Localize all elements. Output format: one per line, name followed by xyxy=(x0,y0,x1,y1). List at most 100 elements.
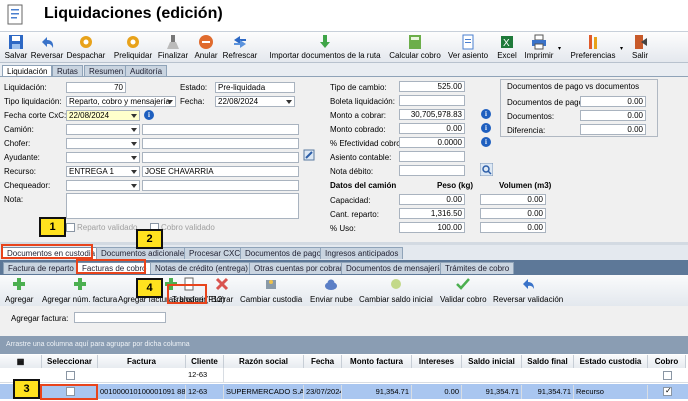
change-custody-button[interactable]: Cambiar custodia xyxy=(240,275,302,306)
accounting-entry-label: Asiento contable: xyxy=(330,153,392,162)
column-custody-status[interactable]: Estado custodia xyxy=(574,355,648,368)
column-select[interactable]: Seleccionar xyxy=(42,355,98,368)
capacity-weight-field: 0.00 xyxy=(399,194,465,205)
preferences-dropdown-icon[interactable]: ▾ xyxy=(620,45,623,52)
checker-select[interactable] xyxy=(66,180,140,191)
amount-collected-label: Monto cobrado: xyxy=(330,125,386,134)
liquidation-number-field[interactable]: 70 xyxy=(66,82,126,93)
preferences-button[interactable]: Preferencias xyxy=(566,32,620,63)
reverse-validation-button[interactable]: Reversar validación xyxy=(493,275,563,306)
excel-button[interactable]: X Excel xyxy=(494,32,520,63)
exit-button[interactable]: Salir xyxy=(628,32,652,63)
date-field[interactable]: 22/08/2024 xyxy=(215,96,295,107)
truck-select[interactable] xyxy=(66,124,140,135)
column-invoice[interactable]: Factura xyxy=(98,355,186,368)
svg-text:X: X xyxy=(503,38,510,49)
calculate-collection-button[interactable]: Calcular cobro xyxy=(388,32,442,63)
column-business-name[interactable]: Razón social xyxy=(224,355,304,368)
cancel-icon xyxy=(199,35,213,49)
liquidation-type-select[interactable]: Reparto, cobro y mensajería xyxy=(66,96,176,107)
cancel-button[interactable]: Anular xyxy=(192,32,220,63)
refresh-button[interactable]: Refrescar xyxy=(222,32,258,63)
delete-icon xyxy=(216,277,229,291)
collection-validated-label: Cobro validado xyxy=(161,223,215,232)
exit-icon xyxy=(635,35,647,49)
gear-icon xyxy=(80,36,92,48)
weight-header: Peso (kg) xyxy=(437,181,474,190)
search-icon[interactable] xyxy=(480,163,493,176)
exchange-rate-field[interactable]: 525.00 xyxy=(399,81,465,92)
effectiveness-info-icon[interactable]: i xyxy=(481,137,491,147)
column-invoice-amount[interactable]: Monto factura xyxy=(342,355,412,368)
cutoff-date-field[interactable]: 22/08/2024 xyxy=(66,110,140,121)
tab-advance-income[interactable]: Ingresos anticipados xyxy=(320,247,404,259)
column-date[interactable]: Fecha xyxy=(304,355,342,368)
resource-select[interactable]: ENTREGA 1 xyxy=(66,166,140,177)
note-textarea[interactable] xyxy=(66,193,299,219)
row-interest: 0.00 xyxy=(412,385,462,399)
calculator-icon xyxy=(409,35,421,49)
import-documents-button[interactable]: Importar documentos de la ruta xyxy=(266,32,384,63)
helper-select[interactable] xyxy=(66,152,140,163)
column-initial-balance[interactable]: Saldo inicial xyxy=(462,355,522,368)
save-button[interactable]: Salvar xyxy=(2,32,30,63)
column-client[interactable]: Cliente xyxy=(186,355,224,368)
difference-label: Diferencia: xyxy=(507,126,546,135)
collected-info-icon[interactable]: i xyxy=(481,123,491,133)
add-invoice-input[interactable] xyxy=(74,312,166,323)
column-interest[interactable]: Intereses xyxy=(412,355,462,368)
add-button[interactable]: Agregar xyxy=(5,275,33,306)
resource-name-field: JOSE CHAVARRIA xyxy=(142,166,299,177)
liquidation-label: Liquidación: xyxy=(4,83,47,92)
cloud-icon xyxy=(325,279,338,290)
delivery-qty-label: Cant. reparto: xyxy=(330,210,379,219)
dispatch-button[interactable]: Despachar xyxy=(66,32,106,63)
undo-icon xyxy=(523,279,535,289)
reverse-button[interactable]: Reversar xyxy=(31,32,63,63)
cutoff-info-icon[interactable]: i xyxy=(144,110,154,120)
preliquidate-button[interactable]: Preliquidar xyxy=(112,32,154,63)
view-entry-button[interactable]: Ver asiento xyxy=(446,32,490,63)
driver-select[interactable] xyxy=(66,138,140,149)
capacity-volume-field: 0.00 xyxy=(480,194,546,205)
finalize-button[interactable]: Finalizar xyxy=(158,32,188,63)
delete-button[interactable]: Borrar xyxy=(211,275,233,306)
column-final-balance[interactable]: Saldo final xyxy=(522,355,574,368)
edit-icon[interactable] xyxy=(303,149,315,161)
document-icon xyxy=(7,4,23,25)
print-button[interactable]: Imprimir xyxy=(522,32,556,63)
custody-icon xyxy=(266,280,277,289)
balance-icon xyxy=(390,279,401,289)
row-collection-checkbox[interactable] xyxy=(663,386,672,396)
checker-name-field xyxy=(142,180,299,191)
payment-docs-label: Documentos de pago: xyxy=(507,98,586,107)
filter-select-checkbox[interactable] xyxy=(66,371,75,380)
add-invoice-number-button[interactable]: Agregar núm. factura xyxy=(42,275,117,306)
exchange-rate-label: Tipo de cambio: xyxy=(330,83,387,92)
filter-collection-checkbox[interactable] xyxy=(663,371,672,380)
print-dropdown-icon[interactable]: ▾ xyxy=(558,45,561,52)
send-cloud-button[interactable]: Enviar nube xyxy=(310,275,353,306)
settlement-slip-field[interactable] xyxy=(399,95,465,106)
capacity-label: Capacidad: xyxy=(330,196,371,205)
delivery-validated-checkbox[interactable] xyxy=(66,223,75,232)
tab-messaging-documents[interactable]: Documentos de mensajería xyxy=(341,262,449,274)
row-date: 23/07/2024 xyxy=(304,385,342,399)
filter-client[interactable]: 12-63 xyxy=(186,368,224,382)
column-collection[interactable]: Cobro xyxy=(648,355,686,368)
change-initial-balance-button[interactable]: Cambiar saldo inicial xyxy=(359,275,433,306)
tab-process-cxc[interactable]: Procesar CXC xyxy=(184,247,246,259)
delivery-qty-weight-field: 1,316.50 xyxy=(399,208,465,219)
tab-collection-procedures[interactable]: Trámites de cobro xyxy=(440,262,515,274)
grid-column-chooser-icon[interactable]: ▦ xyxy=(0,355,42,368)
tab-payment-documents[interactable]: Documentos de pago xyxy=(240,247,327,259)
tab-delivery-invoice[interactable]: Factura de reparto xyxy=(3,262,79,274)
tab-other-receivables[interactable]: Otras cuentas por cobrar xyxy=(249,262,348,274)
truck-label: Camión: xyxy=(4,125,34,134)
gear-icon xyxy=(127,36,139,48)
payment-docs-group-title: Documentos de pago vs documentos xyxy=(507,82,640,91)
amount-info-icon[interactable]: i xyxy=(481,109,491,119)
tab-credit-notes[interactable]: Notas de crédito (entrega) xyxy=(150,262,253,274)
resource-label: Recurso: xyxy=(4,167,37,176)
validate-collection-button[interactable]: Validar cobro xyxy=(440,275,487,306)
